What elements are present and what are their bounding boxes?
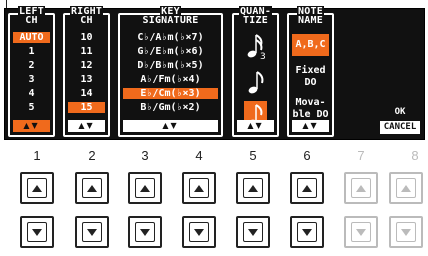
down-arrow-icon (396, 222, 416, 242)
up-arrow-icon (243, 178, 263, 198)
left-ch-option-5[interactable]: 5 (13, 102, 50, 113)
button-6-up[interactable] (290, 172, 324, 204)
button-number-8: 8 (411, 148, 419, 163)
lcd-screen: LEFT CH AUTO 1 2 3 4 5 ▲▼ RIGHT CH 10 11… (4, 6, 425, 140)
left-ch-option-auto[interactable]: AUTO (13, 32, 50, 43)
key-option-cb[interactable]: C♭/A♭m(♭×7) (123, 32, 218, 43)
button-2-up[interactable] (75, 172, 109, 204)
note-name-arrows[interactable]: ▲▼ (292, 120, 329, 132)
right-ch-option-10[interactable]: 10 (68, 32, 105, 43)
note-name-option-fixed-do[interactable]: Fixed DO (292, 65, 329, 89)
button-number-6: 6 (303, 148, 311, 163)
button-3-down[interactable] (128, 216, 162, 248)
quantize-arrows[interactable]: ▲▼ (237, 120, 274, 132)
quantize-title: QUAN- TIZE (234, 6, 277, 26)
button-5-up[interactable] (236, 172, 270, 204)
right-ch-option-12[interactable]: 12 (68, 60, 105, 71)
left-ch-title: LEFT CH (10, 6, 53, 26)
quantize-group: QUAN- TIZE 3 3 (232, 6, 279, 137)
button-7-up (344, 172, 378, 204)
button-number-1: 1 (33, 148, 41, 163)
up-arrow-icon (135, 178, 155, 198)
key-option-db[interactable]: D♭/B♭m(♭×5) (123, 60, 218, 71)
button-number-2: 2 (88, 148, 96, 163)
left-ch-option-2[interactable]: 2 (13, 60, 50, 71)
down-arrow-icon (351, 222, 371, 242)
button-1-up[interactable] (20, 172, 54, 204)
key-signature-title: KEY SIGNATURE (120, 6, 221, 26)
button-1-down[interactable] (20, 216, 54, 248)
button-number-7: 7 (357, 148, 365, 163)
note-name-group: NOTE NAME A,B,C Fixed DO Mova- ble DO ▲▼ (287, 6, 334, 137)
left-ch-option-4[interactable]: 4 (13, 88, 50, 99)
down-arrow-icon (82, 222, 102, 242)
down-arrow-icon (243, 222, 263, 242)
svg-text:3: 3 (260, 52, 266, 60)
note-name-option-movable-do[interactable]: Mova- ble DO (292, 97, 329, 121)
up-arrow-icon (351, 178, 371, 198)
right-ch-arrows[interactable]: ▲▼ (68, 120, 105, 132)
note-name-title: NOTE NAME (289, 6, 332, 26)
key-option-ab[interactable]: A♭/Fm(♭×4) (123, 74, 218, 85)
up-arrow-icon (396, 178, 416, 198)
key-option-eb[interactable]: E♭/Cm(♭×3) (123, 88, 218, 99)
down-arrow-icon (189, 222, 209, 242)
up-arrow-icon (189, 178, 209, 198)
left-ch-group: LEFT CH AUTO 1 2 3 4 5 ▲▼ (8, 6, 55, 137)
right-ch-option-13[interactable]: 13 (68, 74, 105, 85)
button-8-down (389, 216, 423, 248)
key-option-gb[interactable]: G♭/E♭m(♭×6) (123, 46, 218, 57)
up-arrow-icon (27, 178, 47, 198)
cancel-button[interactable]: CANCEL (380, 121, 420, 134)
down-arrow-icon (297, 222, 317, 242)
sixteenth-triplet-note-icon[interactable]: 3 (244, 31, 267, 61)
button-number-3: 3 (141, 148, 149, 163)
button-7-down (344, 216, 378, 248)
button-5-down[interactable] (236, 216, 270, 248)
key-option-bb[interactable]: B♭/Gm(♭×2) (123, 102, 218, 113)
key-signature-arrows[interactable]: ▲▼ (123, 120, 218, 132)
up-arrow-icon (297, 178, 317, 198)
right-ch-option-14[interactable]: 14 (68, 88, 105, 99)
right-ch-group: RIGHT CH 10 11 12 13 14 15 ▲▼ (63, 6, 110, 137)
eighth-note-icon[interactable] (244, 67, 267, 97)
button-number-5: 5 (249, 148, 257, 163)
right-ch-option-11[interactable]: 11 (68, 46, 105, 57)
left-ch-arrows[interactable]: ▲▼ (13, 120, 50, 132)
left-ch-option-3[interactable]: 3 (13, 74, 50, 85)
button-3-up[interactable] (128, 172, 162, 204)
button-8-up (389, 172, 423, 204)
button-4-down[interactable] (182, 216, 216, 248)
button-number-4: 4 (195, 148, 203, 163)
button-6-down[interactable] (290, 216, 324, 248)
down-arrow-icon (135, 222, 155, 242)
note-name-option-abc[interactable]: A,B,C (292, 34, 329, 56)
down-arrow-icon (27, 222, 47, 242)
button-2-down[interactable] (75, 216, 109, 248)
left-ch-option-1[interactable]: 1 (13, 46, 50, 57)
button-4-up[interactable] (182, 172, 216, 204)
right-ch-option-15[interactable]: 15 (68, 102, 105, 113)
right-ch-title: RIGHT CH (65, 6, 108, 26)
ok-button[interactable]: OK (380, 106, 420, 119)
up-arrow-icon (82, 178, 102, 198)
key-signature-group: KEY SIGNATURE C♭/A♭m(♭×7) G♭/E♭m(♭×6) D♭… (118, 6, 223, 137)
